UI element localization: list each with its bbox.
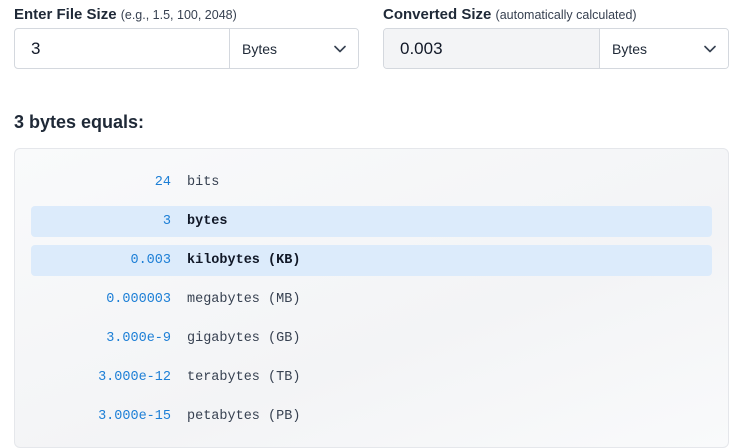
converted-size-group: Converted Size (automatically calculated… xyxy=(383,6,729,69)
result-row: 0.000003 megabytes (MB) xyxy=(31,284,712,315)
result-unit: kilobytes (KB) xyxy=(187,253,301,268)
file-size-hint: (e.g., 1.5, 100, 2048) xyxy=(120,8,237,22)
result-unit: terabytes (TB) xyxy=(187,370,301,385)
output-unit-select[interactable]: Bytes xyxy=(599,29,728,68)
input-unit-select[interactable]: Bytes xyxy=(229,29,358,68)
result-value: 3.000e-15 xyxy=(98,409,171,424)
converted-size-control: Bytes xyxy=(383,28,729,69)
converted-size-label: Converted Size (automatically calculated… xyxy=(383,6,729,24)
result-value: 3.000e-9 xyxy=(106,331,171,346)
result-row: 3.000e-12 terabytes (TB) xyxy=(31,362,712,393)
results-panel: 24 bits 3 bytes 0.003 kilobytes (KB) 0.000003 m… xyxy=(14,148,729,448)
result-unit: bytes xyxy=(187,214,228,229)
result-heading: 3 bytes equals: xyxy=(14,112,145,132)
converted-size-hint: (automatically calculated) xyxy=(495,8,637,22)
result-value: 3.000e-12 xyxy=(98,370,171,385)
result-unit: bits xyxy=(187,175,220,190)
result-value: 0.000003 xyxy=(106,292,171,307)
file-size-input-group: Enter File Size (e.g., 1.5, 100, 2048) B… xyxy=(14,6,359,69)
file-size-label-text: Enter File Size xyxy=(14,6,117,23)
chevron-down-icon xyxy=(334,45,346,52)
result-unit: megabytes (MB) xyxy=(187,292,301,307)
result-unit: gigabytes (GB) xyxy=(187,331,301,346)
result-value: 24 xyxy=(154,175,171,190)
result-row: 3 bytes xyxy=(31,206,712,237)
converted-size-output[interactable] xyxy=(384,29,599,68)
chevron-down-icon xyxy=(704,45,716,52)
converted-size-label-text: Converted Size xyxy=(383,6,492,23)
input-unit-value: Bytes xyxy=(242,40,278,57)
output-unit-value: Bytes xyxy=(612,40,648,57)
result-row: 24 bits xyxy=(31,167,712,198)
result-row: 0.003 kilobytes (KB) xyxy=(31,245,712,276)
file-size-label: Enter File Size (e.g., 1.5, 100, 2048) xyxy=(14,6,359,24)
file-size-input[interactable] xyxy=(15,29,229,68)
file-size-control: Bytes xyxy=(14,28,359,69)
result-row: 3.000e-15 petabytes (PB) xyxy=(31,401,712,432)
result-row: 3.000e-9 gigabytes (GB) xyxy=(31,323,712,354)
result-value: 3 xyxy=(162,214,171,229)
result-value: 0.003 xyxy=(130,253,171,268)
result-unit: petabytes (PB) xyxy=(187,409,301,424)
